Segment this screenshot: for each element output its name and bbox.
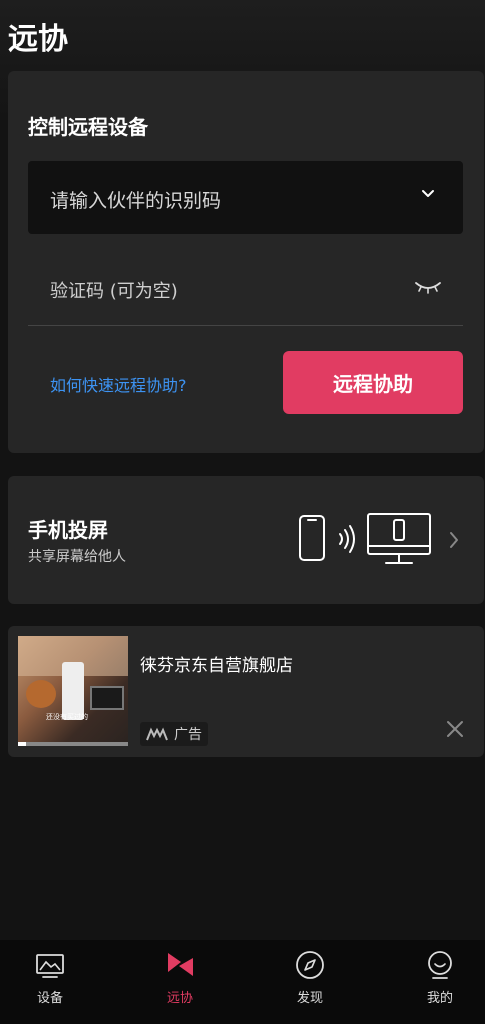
bottom-tab-bar: 设备 远协 发现 我的 (0, 940, 485, 1024)
tab-remote[interactable]: 远协 (130, 940, 230, 1024)
ad-video-progress (18, 742, 128, 746)
ad-thumb-caption: 还没有买过的 (46, 713, 88, 721)
ad-title[interactable]: 徕芬京东自营旗舰店 (140, 651, 293, 676)
partner-id-placeholder: 请输入伙伴的识别码 (50, 190, 222, 212)
chevron-right-icon (450, 532, 458, 548)
tab-discover-label: 发现 (296, 991, 323, 1006)
verification-code-field[interactable]: 验证码 (可为空) (28, 257, 463, 326)
partner-id-select[interactable]: 请输入伙伴的识别码 (28, 161, 463, 234)
tab-devices-label: 设备 (36, 991, 63, 1006)
tab-discover[interactable]: 发现 (260, 940, 360, 1024)
remote-card-heading: 控制远程设备 (28, 115, 148, 139)
bow-tie-icon (168, 953, 193, 976)
ad-thumb-screen (90, 686, 124, 710)
screen-cast-title: 手机投屏 (28, 518, 108, 542)
tab-mine[interactable]: 我的 (390, 940, 485, 1024)
tab-devices[interactable]: 设备 (0, 940, 100, 1024)
ad-thumbnail[interactable]: 还没有买过的 (18, 636, 128, 746)
ad-badge: 广告 (140, 722, 208, 746)
user-icon (428, 951, 452, 979)
remote-assist-button[interactable]: 远程协助 (283, 351, 463, 414)
ad-badge-label: 广告 (174, 727, 202, 743)
screen-cast-card[interactable]: 手机投屏 共享屏幕给他人 (8, 476, 484, 604)
remote-control-card: 控制远程设备 请输入伙伴的识别码 验证码 (可为空) 如何快速远程协助? 远程协… (8, 71, 484, 453)
tab-remote-label: 远协 (166, 991, 193, 1006)
page-title: 远协 (8, 22, 68, 57)
monitor-image-icon (36, 954, 64, 978)
ad-thumb-ball (26, 680, 56, 708)
tab-mine-label: 我的 (426, 991, 453, 1006)
phone-to-monitor-icon (299, 513, 431, 564)
ad-logo-icon (146, 727, 168, 741)
eye-closed-icon[interactable] (413, 277, 443, 297)
compass-icon (296, 951, 324, 979)
verification-code-placeholder: 验证码 (可为空) (50, 281, 178, 302)
ad-card[interactable]: 还没有买过的 徕芬京东自营旗舰店 广告 (8, 626, 484, 757)
close-icon[interactable] (446, 720, 464, 738)
chevron-down-icon (422, 190, 434, 197)
screen-cast-subtitle: 共享屏幕给他人 (28, 549, 126, 565)
how-to-remote-link[interactable]: 如何快速远程协助? (50, 372, 187, 396)
